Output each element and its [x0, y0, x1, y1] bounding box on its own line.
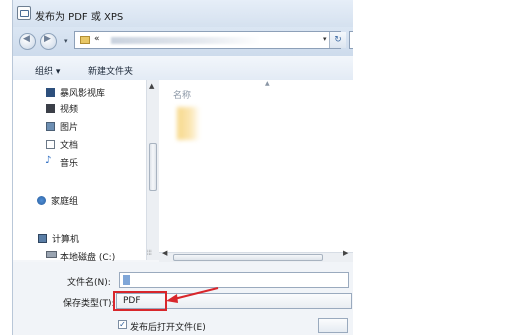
blurred-path — [111, 37, 261, 44]
command-toolbar — [13, 56, 353, 81]
sidebar-item-music[interactable]: 音乐 — [60, 156, 78, 169]
annotation-arrow-icon — [166, 287, 219, 303]
column-header-name[interactable]: 名称 — [173, 88, 191, 101]
new-folder-button[interactable]: 新建文件夹 — [88, 64, 133, 77]
scroll-left-icon[interactable]: ◀ — [162, 249, 167, 257]
scroll-right-icon[interactable]: ▶ — [343, 249, 348, 257]
address-field[interactable]: « ▾ — [74, 31, 341, 49]
navigation-pane — [13, 80, 146, 260]
folder-icon — [80, 36, 90, 44]
music-icon: ♪ — [45, 155, 52, 166]
document-icon — [46, 140, 55, 149]
app-icon — [17, 6, 31, 20]
drive-icon — [46, 251, 57, 258]
filename-label: 文件名(N): — [67, 278, 111, 288]
sidebar-item-videos[interactable]: 视频 — [60, 102, 78, 115]
title-bar: 发布为 PDF 或 XPS — [13, 0, 353, 27]
filetype-label: 保存类型(T): — [63, 299, 115, 309]
filename-input[interactable] — [119, 272, 349, 288]
path-overflow-chevron[interactable]: « — [94, 34, 100, 44]
filename-selection — [123, 275, 130, 285]
back-arrow-icon[interactable]: ◀ — [19, 33, 36, 50]
scrollbar-thumb[interactable] — [149, 143, 157, 191]
sidebar-item-pictures[interactable]: 图片 — [60, 120, 78, 133]
scrollbar-grip-icon: ⦙⦙⦙ — [147, 249, 152, 257]
refresh-icon[interactable]: ↻ — [329, 32, 346, 48]
recent-pages-dropdown[interactable]: ▾ — [64, 37, 68, 45]
homegroup-icon — [37, 196, 46, 205]
sidebar-item-documents[interactable]: 文档 — [60, 138, 78, 151]
blurred-file-icon — [177, 107, 200, 140]
horizontal-scrollbar-thumb[interactable] — [173, 254, 323, 261]
open-after-publish-label: 发布后打开文件(E) — [130, 323, 206, 333]
sort-ascending-icon: ▲ — [265, 80, 270, 87]
highlight-box — [113, 291, 167, 311]
chevron-down-icon[interactable]: ▾ — [323, 35, 327, 43]
sidebar-item-computer[interactable]: 计算机 — [52, 232, 79, 245]
picture-icon — [46, 122, 55, 131]
open-after-publish-checkbox[interactable]: ✓ — [118, 320, 127, 329]
navigation-scrollbar[interactable]: ▲ — [146, 80, 160, 260]
file-list-area — [159, 80, 353, 252]
options-button[interactable] — [318, 318, 348, 333]
scroll-up-icon[interactable]: ▲ — [149, 82, 154, 90]
search-input[interactable] — [349, 31, 353, 49]
window-title: 发布为 PDF 或 XPS — [35, 12, 124, 23]
forward-arrow-icon[interactable]: ▶ — [40, 33, 57, 50]
video-icon — [46, 104, 55, 113]
sidebar-item-video-library[interactable]: 暴风影视库 — [60, 86, 105, 99]
sidebar-item-homegroup[interactable]: 家庭组 — [51, 194, 78, 207]
video-library-icon — [46, 88, 55, 97]
organize-button[interactable]: 组织 ▾ — [35, 64, 60, 77]
computer-icon — [38, 234, 47, 243]
